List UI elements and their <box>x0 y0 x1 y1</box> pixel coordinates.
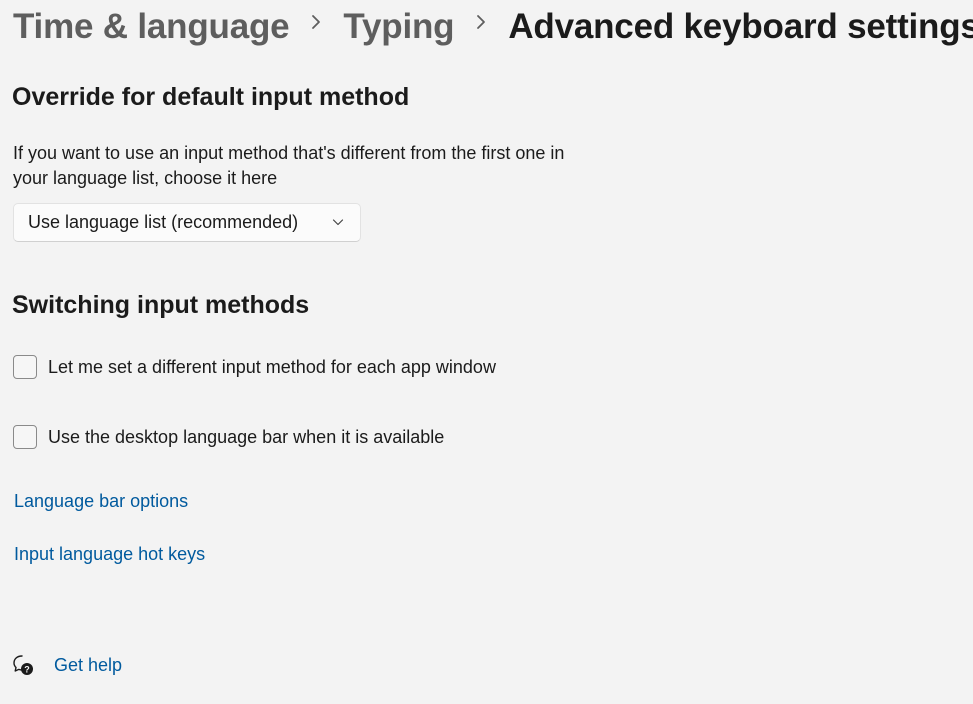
breadcrumb-time-and-language[interactable]: Time & language <box>13 7 290 47</box>
per-app-input-method-label: Let me set a different input method for … <box>48 356 496 377</box>
override-section-title: Override for default input method <box>12 83 410 111</box>
override-description: If you want to use an input method that'… <box>13 143 565 188</box>
get-help-row[interactable]: ? Get help <box>12 654 122 676</box>
switching-section-title: Switching input methods <box>12 291 310 319</box>
per-app-input-method-option[interactable]: Let me set a different input method for … <box>13 355 496 379</box>
chevron-right-icon <box>289 13 343 36</box>
help-chat-icon: ? <box>13 655 33 675</box>
chevron-right-icon <box>454 13 508 36</box>
get-help-link[interactable]: Get help <box>54 655 122 676</box>
dropdown-selected-value: Use language list (recommended) <box>28 212 299 232</box>
input-language-hot-keys-link[interactable]: Input language hot keys <box>14 544 205 565</box>
chevron-down-icon <box>332 219 344 226</box>
svg-text:?: ? <box>24 665 30 675</box>
per-app-input-method-checkbox[interactable] <box>13 355 37 379</box>
desktop-language-bar-label: Use the desktop language bar when it is … <box>48 426 445 447</box>
advanced-keyboard-settings-page: Time & language Typing Advanced keyboard… <box>0 0 973 704</box>
breadcrumb: Time & language Typing Advanced keyboard… <box>13 4 973 50</box>
desktop-language-bar-option[interactable]: Use the desktop language bar when it is … <box>13 425 444 449</box>
page-title: Advanced keyboard settings <box>508 7 973 46</box>
desktop-language-bar-checkbox[interactable] <box>13 425 37 449</box>
language-bar-options-link[interactable]: Language bar options <box>14 491 188 512</box>
default-input-method-dropdown[interactable]: Use language list (recommended) <box>13 203 361 242</box>
breadcrumb-typing[interactable]: Typing <box>343 7 454 47</box>
